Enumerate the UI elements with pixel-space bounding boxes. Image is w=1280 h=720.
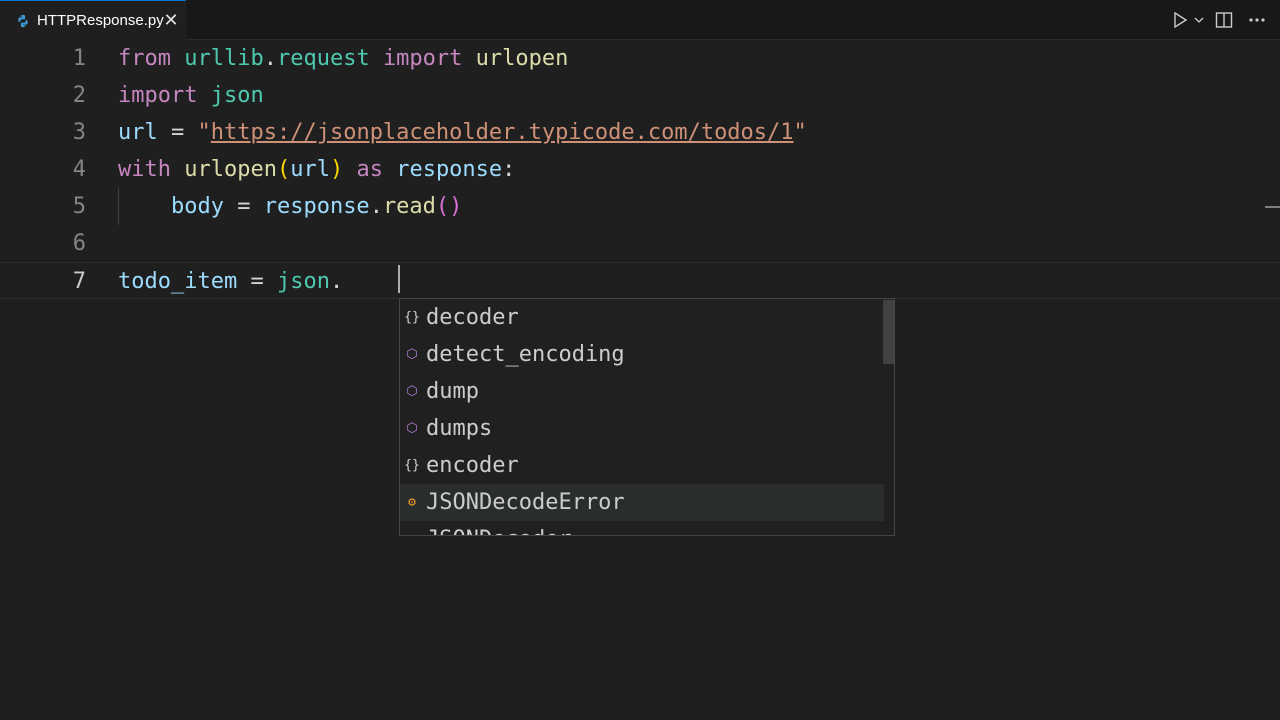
suggest-item[interactable]: ⚙ JSONDecodeError [400, 484, 884, 521]
code-token: ) [329, 157, 344, 182]
close-icon[interactable]: ✕ [162, 10, 180, 30]
tab-bar: HTTPResponse.py ✕ [0, 0, 1280, 40]
text-cursor [398, 265, 400, 293]
code-token: = [157, 120, 198, 145]
code-token: response [396, 157, 503, 182]
code-token: response [263, 194, 370, 219]
suggest-item[interactable]: ⬡ detect_encoding [400, 336, 884, 373]
code-line[interactable]: 6 [0, 225, 1280, 262]
code-text: with urlopen(url) as response: [118, 151, 515, 188]
suggest-item-label: encoder [426, 453, 519, 478]
code-token: https://jsonplaceholder.typicode.com/tod… [210, 120, 794, 145]
suggest-item-label: JSONDecoder [426, 521, 572, 535]
suggest-item[interactable]: ⬡ dumps [400, 410, 884, 447]
suggest-item[interactable]: {} decoder [400, 299, 884, 336]
code-line[interactable]: 3 url = "https://jsonplaceholder.typicode… [0, 114, 1280, 151]
class-kind-icon: ⚙ [403, 521, 421, 535]
code-line[interactable]: 4 with urlopen(url) as response: [0, 151, 1280, 188]
python-icon [18, 14, 28, 28]
line-number: 4 [72, 157, 86, 182]
line-number: 6 [72, 231, 86, 256]
suggest-item-label: JSONDecodeError [426, 490, 625, 515]
play-icon[interactable] [1172, 10, 1188, 30]
code-token: import [382, 46, 463, 71]
class-kind-icon: ⚙ [408, 495, 416, 510]
suggest-item[interactable]: ⬡ dump [400, 373, 884, 410]
code-text: import json [118, 77, 264, 114]
more-icon[interactable] [1248, 10, 1266, 30]
code-token: as [356, 157, 383, 182]
suggest-item-label: dumps [426, 416, 493, 441]
code-token: body [170, 194, 224, 219]
code-token: . [263, 46, 277, 71]
code-token: urlopen [475, 46, 569, 71]
code-token: with [118, 157, 171, 182]
code-line[interactable]: 1 from urllib.request import urlopen [0, 40, 1280, 77]
editor-tab[interactable]: HTTPResponse.py ✕ [0, 0, 186, 40]
code-token: urllib [184, 46, 264, 71]
line-number: 5 [72, 194, 86, 219]
line-number: 2 [72, 83, 86, 108]
split-editor-icon[interactable] [1215, 10, 1233, 30]
suggest-item[interactable]: ⚙ JSONDecoder [400, 521, 884, 535]
suggest-widget: {} decoder ⬡ detect_encoding ⬡ dump ⬡ dumps {} en… [399, 298, 895, 536]
code-token: urlopen [184, 157, 277, 182]
code-token: " [197, 120, 211, 145]
code-token: read [382, 194, 436, 219]
code-token: json [210, 83, 264, 108]
code-line[interactable]: 7 todo_item = json. [0, 262, 1280, 299]
suggest-scrollbar[interactable] [883, 299, 894, 535]
function-kind-icon: ⬡ [406, 347, 418, 362]
suggest-item-label: detect_encoding [426, 342, 625, 367]
code-text: body = response.read() [118, 188, 462, 225]
module-kind-icon: {} [404, 458, 420, 473]
scrollbar-thumb[interactable] [883, 300, 894, 364]
code-token: request [276, 46, 370, 71]
code-text: from urllib.request import urlopen [118, 40, 568, 77]
code-token: . [369, 194, 383, 219]
chevron-down-icon[interactable] [1193, 10, 1205, 30]
code-text: url = "https://jsonplaceholder.typicode.… [118, 114, 807, 151]
overview-ruler-mark [1265, 206, 1280, 208]
code-token: json [276, 269, 330, 294]
code-line[interactable]: 5 body = response.read() [0, 188, 1280, 225]
code-text: todo_item = json. [118, 263, 343, 300]
line-number: 1 [72, 46, 86, 71]
suggest-item-label: decoder [426, 305, 519, 330]
function-kind-icon: ⬡ [406, 384, 418, 399]
code-token: todo_item [118, 269, 238, 294]
module-kind-icon: {} [404, 310, 420, 325]
function-kind-icon: ⬡ [406, 421, 418, 436]
line-number: 7 [72, 269, 86, 294]
tab-title: HTTPResponse.py [37, 12, 164, 29]
code-token: url [118, 120, 158, 145]
code-line[interactable]: 2 import json [0, 77, 1280, 114]
line-number: 3 [72, 120, 86, 145]
code-token: import [118, 83, 198, 108]
code-token: () [435, 194, 463, 219]
code-token: url [290, 157, 330, 182]
code-token: " [793, 120, 807, 145]
code-token: ( [276, 157, 291, 182]
suggest-item[interactable]: {} encoder [400, 447, 884, 484]
code-token: = [223, 194, 264, 219]
code-token: . [329, 269, 344, 294]
code-token: from [118, 46, 171, 71]
suggest-item-label: dump [426, 379, 479, 404]
code-token: = [237, 269, 277, 294]
code-token: : [502, 157, 516, 182]
